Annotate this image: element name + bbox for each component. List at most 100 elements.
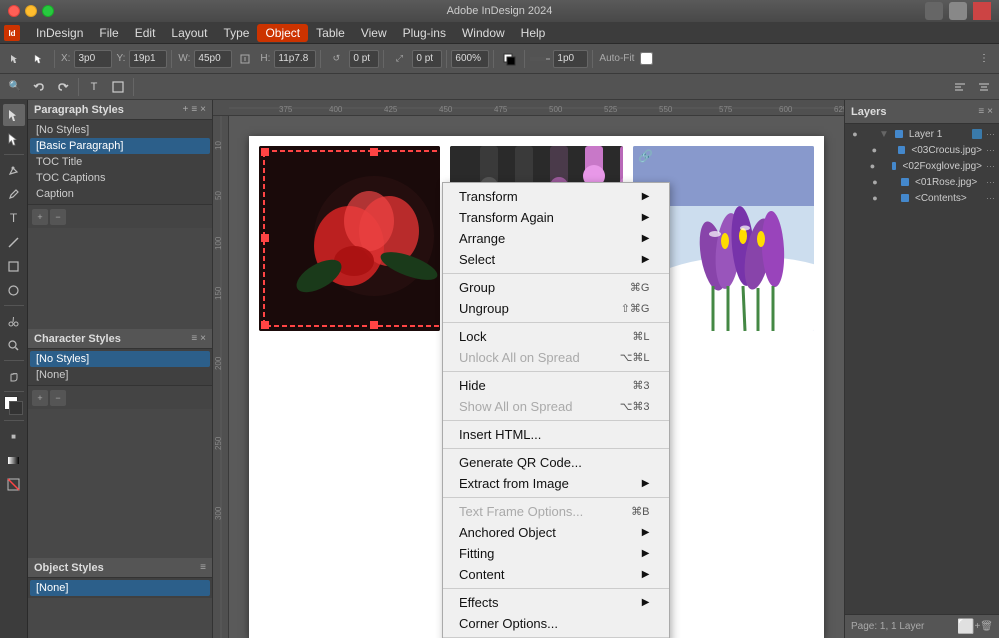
layer-eye-contents[interactable]: ● <box>869 192 881 204</box>
align-left-btn[interactable] <box>949 76 971 98</box>
layers-delete-layer-btn[interactable]: 🗑 <box>980 621 993 632</box>
hand-tool[interactable] <box>3 365 25 387</box>
menu-table[interactable]: Table <box>308 24 353 42</box>
style-item[interactable]: [Basic Paragraph] <box>30 138 210 154</box>
zoom-out-btn[interactable]: 🔍 <box>4 76 26 98</box>
layer-item-contents[interactable]: ● <Contents> ⋯ <box>845 190 999 206</box>
layer-item-foxglove[interactable]: ● <02Foxglove.jpg> ⋯ <box>845 158 999 174</box>
zoom-tool[interactable] <box>3 334 25 356</box>
layers-add-page-btn[interactable]: ⬜ <box>957 618 974 635</box>
layer-eye-rose[interactable]: ● <box>869 176 881 188</box>
char-style-item[interactable]: [None] <box>30 367 210 383</box>
style-item[interactable]: TOC Title <box>30 154 210 170</box>
menu-arrange[interactable]: Arrange ▶ <box>443 228 669 249</box>
shear-btn[interactable]: ⤢ <box>388 48 410 70</box>
menu-extract-image[interactable]: Extract from Image ▶ <box>443 473 669 494</box>
ellipse-tool[interactable] <box>3 279 25 301</box>
minimize-button[interactable] <box>25 5 37 17</box>
menu-fitting[interactable]: Fitting ▶ <box>443 543 669 564</box>
obj-style-item[interactable]: [None] <box>30 580 210 596</box>
y-input[interactable] <box>129 50 167 68</box>
redo-btn[interactable] <box>52 76 74 98</box>
menu-select[interactable]: Select ▶ <box>443 249 669 270</box>
fill-stroke-boxes[interactable] <box>4 396 24 416</box>
align-center-btn[interactable] <box>973 76 995 98</box>
x-input[interactable] <box>74 50 112 68</box>
menu-file[interactable]: File <box>91 24 126 42</box>
menu-edit[interactable]: Edit <box>127 24 164 42</box>
type-tool-btn[interactable]: T <box>83 76 105 98</box>
new-char-style-btn[interactable]: + <box>32 390 48 406</box>
undo-btn[interactable] <box>28 76 50 98</box>
rotation-input[interactable] <box>349 50 379 68</box>
menu-content[interactable]: Content ▶ <box>443 564 669 585</box>
menu-transform[interactable]: Transform ▶ <box>443 186 669 207</box>
menu-effects[interactable]: Effects ▶ <box>443 592 669 613</box>
direct-select-btn[interactable] <box>28 48 50 70</box>
style-item[interactable]: TOC Captions <box>30 170 210 186</box>
menu-plugins[interactable]: Plug-ins <box>395 24 454 42</box>
close-button[interactable] <box>8 5 20 17</box>
menu-hide[interactable]: Hide ⌘3 <box>443 375 669 396</box>
menu-ungroup[interactable]: Ungroup ⇧⌘G <box>443 298 669 319</box>
menu-layout[interactable]: Layout <box>163 24 215 42</box>
obj-styles-menu-btn[interactable]: ≡ <box>200 562 206 573</box>
w-input[interactable] <box>194 50 232 68</box>
layer-item-crocus[interactable]: ● <03Crocus.jpg> ⋯ <box>845 142 999 158</box>
frame-tool-btn[interactable] <box>107 76 129 98</box>
char-styles-menu-btn[interactable]: ≡ <box>191 333 197 344</box>
stroke-selector[interactable] <box>529 48 551 70</box>
char-style-item[interactable]: [No Styles] <box>30 351 210 367</box>
style-item[interactable]: Caption <box>30 186 210 202</box>
auto-fit-checkbox[interactable] <box>640 52 653 65</box>
layer-target-1[interactable] <box>972 129 982 139</box>
stroke-weight-input[interactable] <box>553 50 588 68</box>
new-style-btn[interactable]: + <box>32 209 48 225</box>
menu-help[interactable]: Help <box>513 24 554 42</box>
delete-style-btn[interactable]: − <box>50 209 66 225</box>
style-item[interactable]: [No Styles] <box>30 122 210 138</box>
layer-expand-1[interactable]: ▼ <box>879 129 889 140</box>
type-tool[interactable]: T <box>3 207 25 229</box>
apply-color-btn[interactable]: ■ <box>3 425 25 447</box>
layers-close-btn[interactable]: × <box>987 106 993 117</box>
menu-indesign[interactable]: InDesign <box>28 24 91 42</box>
menu-window[interactable]: Window <box>454 24 513 42</box>
apply-none-btn[interactable] <box>3 473 25 495</box>
paragraph-styles-add-btn[interactable]: + <box>182 104 188 115</box>
menu-view[interactable]: View <box>353 24 395 42</box>
menu-group[interactable]: Group ⌘G <box>443 277 669 298</box>
paragraph-styles-menu-btn[interactable]: ≡ <box>191 104 197 115</box>
layer-item-rose[interactable]: ● <01Rose.jpg> ⋯ <box>845 174 999 190</box>
paragraph-styles-close-btn[interactable]: × <box>200 104 206 115</box>
zoom-input[interactable] <box>451 50 489 68</box>
apply-gradient-btn[interactable] <box>3 449 25 471</box>
layer-eye-1[interactable]: ● <box>849 128 861 140</box>
layer-eye-foxglove[interactable]: ● <box>869 160 876 172</box>
shear-input[interactable] <box>412 50 442 68</box>
menu-object[interactable]: Object <box>257 24 308 42</box>
layer-eye-crocus[interactable]: ● <box>869 144 880 156</box>
menu-lock[interactable]: Lock ⌘L <box>443 326 669 347</box>
rotation-btn[interactable]: ↺ <box>325 48 347 70</box>
delete-char-style-btn[interactable]: − <box>50 390 66 406</box>
char-styles-close-btn[interactable]: × <box>200 333 206 344</box>
line-tool[interactable] <box>3 231 25 253</box>
scissors-tool[interactable] <box>3 310 25 332</box>
menu-corner-options[interactable]: Corner Options... <box>443 613 669 634</box>
fill-btn[interactable] <box>498 48 520 70</box>
rectangle-tool[interactable] <box>3 255 25 277</box>
menu-transform-again[interactable]: Transform Again ▶ <box>443 207 669 228</box>
selection-tool[interactable] <box>3 104 25 126</box>
pen-tool[interactable] <box>3 159 25 181</box>
direct-selection-tool[interactable] <box>3 128 25 150</box>
image-rose[interactable] <box>259 146 440 331</box>
select-tool-btn[interactable] <box>4 48 26 70</box>
menu-type[interactable]: Type <box>215 24 257 42</box>
pencil-tool[interactable] <box>3 183 25 205</box>
menu-gen-qr[interactable]: Generate QR Code... <box>443 452 669 473</box>
h-input[interactable] <box>274 50 316 68</box>
more-btn[interactable]: ⋮ <box>973 48 995 70</box>
layers-menu-btn[interactable]: ≡ <box>978 106 984 117</box>
canvas-area[interactable]: 375 400 425 450 475 500 525 550 575 600 … <box>213 100 844 638</box>
